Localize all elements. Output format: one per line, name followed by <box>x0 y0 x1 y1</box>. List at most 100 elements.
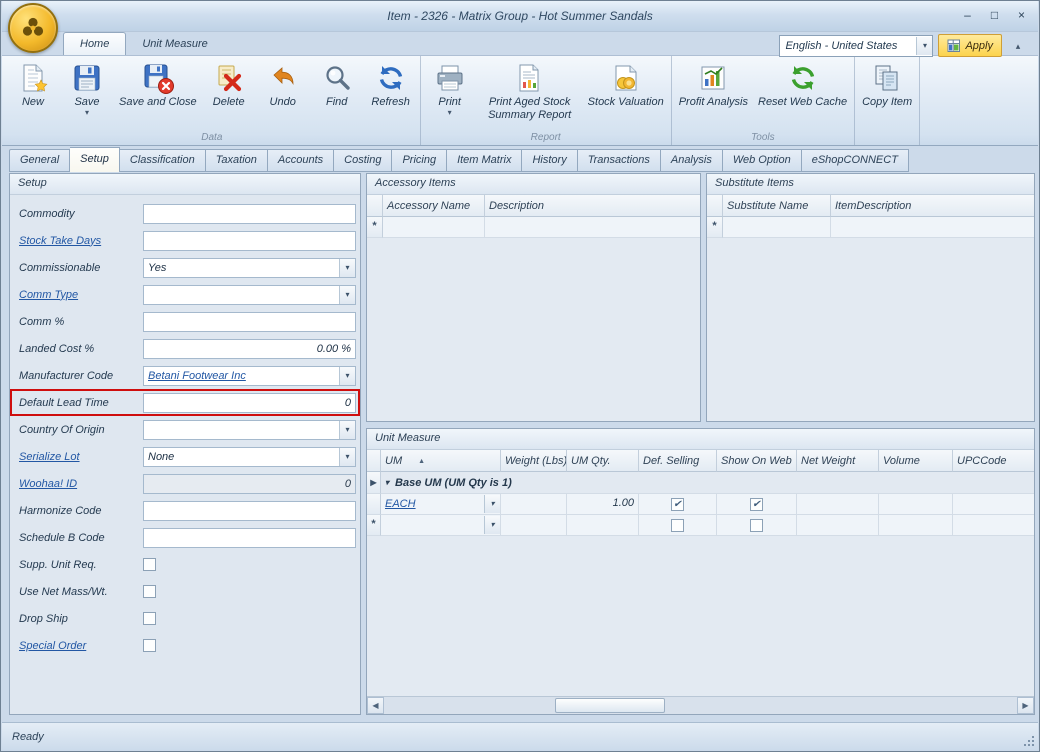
new-row[interactable]: * <box>367 217 700 238</box>
field-label-comm-type[interactable]: Comm Type <box>19 289 143 301</box>
column-header-um[interactable]: UM ▲ <box>381 450 501 472</box>
woohaa-id-input[interactable] <box>143 473 356 494</box>
horizontal-scrollbar[interactable]: ◀ ▶ <box>367 696 1034 714</box>
harmonize-code-input[interactable] <box>143 500 356 521</box>
cell[interactable] <box>831 217 1034 238</box>
ribbon-collapse-button[interactable]: ▴ <box>1007 35 1029 57</box>
checked-checkbox[interactable]: ✔ <box>671 497 684 511</box>
tab-history[interactable]: History <box>522 149 578 172</box>
unchecked-checkbox-drop-ship[interactable] <box>143 612 156 625</box>
minimize-button[interactable]: – <box>959 7 976 23</box>
column-header-accessory-name[interactable]: Accessory Name <box>383 195 485 217</box>
chevron-down-icon[interactable]: ▾ <box>339 420 355 439</box>
tab-classification[interactable]: Classification <box>119 149 206 172</box>
tab-setup[interactable]: Setup <box>70 147 120 172</box>
new-row[interactable]: * ▾ <box>367 515 1034 536</box>
chevron-down-icon[interactable]: ▾ <box>339 447 355 466</box>
column-header-um-qty[interactable]: UM Qty. <box>567 450 639 472</box>
save-button[interactable]: Save ▾ <box>60 59 114 129</box>
um-value-link[interactable]: EACH <box>385 498 484 510</box>
unchecked-checkbox-supp-unit-req[interactable] <box>143 558 156 571</box>
stock-valuation-button[interactable]: Stock Valuation <box>583 59 669 129</box>
column-header-upccode[interactable]: UPCCode <box>953 450 1034 472</box>
checked-checkbox[interactable]: ✔ <box>750 497 763 511</box>
field-label-serialize-lot[interactable]: Serialize Lot <box>19 451 143 463</box>
field-label-stock-take-days[interactable]: Stock Take Days <box>19 235 143 247</box>
tab-analysis[interactable]: Analysis <box>660 149 723 172</box>
scroll-right-icon[interactable]: ▶ <box>1017 697 1034 714</box>
language-select[interactable]: English - United States ▾ <box>779 34 934 57</box>
find-button[interactable]: Find <box>310 59 364 129</box>
new-button[interactable]: New <box>6 59 60 129</box>
chevron-down-icon[interactable]: ▾ <box>484 516 500 534</box>
scrollbar-track[interactable] <box>384 697 1017 714</box>
manufacturer-code-dropdown[interactable]: Betani Footwear Inc ▾ <box>143 365 356 386</box>
resize-grip[interactable] <box>1022 734 1034 746</box>
unchecked-checkbox-special-order[interactable] <box>143 639 156 652</box>
unchecked-checkbox[interactable] <box>671 518 684 532</box>
comm-type-dropdown[interactable]: ▾ <box>143 284 356 305</box>
comm-input[interactable] <box>143 311 356 332</box>
chevron-down-icon[interactable]: ▾ <box>916 36 933 55</box>
close-button[interactable]: × <box>1013 7 1030 23</box>
ribbon-tab-home[interactable]: Home <box>63 32 127 55</box>
tab-accounts[interactable]: Accounts <box>267 149 335 172</box>
ribbon-tab-unit-measure[interactable]: Unit Measure <box>126 33 223 55</box>
column-header-itemdescription[interactable]: ItemDescription <box>831 195 1034 217</box>
unchecked-checkbox-use-net-mass-wt[interactable] <box>143 585 156 598</box>
manufacturer-code-value[interactable]: Betani Footwear Inc <box>144 370 339 382</box>
field-label-woohaa-id[interactable]: Woohaa! ID <box>19 478 143 490</box>
column-header-show-on-web[interactable]: Show On Web <box>717 450 797 472</box>
chevron-down-icon[interactable]: ▾ <box>339 285 355 304</box>
cell[interactable] <box>383 217 485 238</box>
save-and-close-button[interactable]: Save and Close <box>114 59 202 129</box>
chevron-down-icon[interactable]: ▾ <box>339 366 355 385</box>
schedule-b-code-input[interactable] <box>143 527 356 548</box>
commissionable-dropdown[interactable]: Yes ▾ <box>143 257 356 278</box>
apply-button[interactable]: Apply <box>938 34 1002 57</box>
field-label-special-order[interactable]: Special Order <box>19 640 143 652</box>
title-bar[interactable]: Item - 2326 - Matrix Group - Hot Summer … <box>2 1 1038 32</box>
tab-costing[interactable]: Costing <box>334 149 393 172</box>
landed-cost-input[interactable] <box>143 338 356 359</box>
reset-web-cache-button[interactable]: Reset Web Cache <box>753 59 852 129</box>
scrollbar-thumb[interactable] <box>554 698 665 713</box>
profit-analysis-button[interactable]: Profit Analysis <box>674 59 753 129</box>
tab-item-matrix[interactable]: Item Matrix <box>447 149 523 172</box>
collapse-group-icon[interactable]: ▾ <box>385 478 389 487</box>
tab-web-option[interactable]: Web Option <box>722 149 802 172</box>
copy-item-button[interactable]: Copy Item <box>857 59 917 129</box>
country-of-origin-dropdown[interactable]: ▾ <box>143 419 356 440</box>
unchecked-checkbox[interactable] <box>750 518 763 532</box>
refresh-button[interactable]: Refresh <box>364 59 418 129</box>
chevron-down-icon[interactable]: ▾ <box>339 258 355 277</box>
tab-general[interactable]: General <box>9 149 71 172</box>
tab-transactions[interactable]: Transactions <box>577 149 661 172</box>
restore-button[interactable]: □ <box>986 7 1003 23</box>
print-button[interactable]: Print ▾ <box>423 59 477 129</box>
accessory-items-panel: Accessory Items Accessory Name Descriptio… <box>366 173 701 422</box>
cell[interactable] <box>485 217 700 238</box>
um-group-row[interactable]: ▶ ▾ Base UM (UM Qty is 1) <box>367 472 1034 494</box>
delete-button[interactable]: Delete <box>202 59 256 129</box>
column-header-net-weight[interactable]: Net Weight <box>797 450 879 472</box>
column-header-weight-lbs[interactable]: Weight (Lbs) <box>501 450 567 472</box>
app-logo-icon[interactable] <box>8 3 58 53</box>
serialize-lot-dropdown[interactable]: None ▾ <box>143 446 356 467</box>
chevron-down-icon[interactable]: ▾ <box>484 495 500 513</box>
commodity-input[interactable] <box>143 203 356 224</box>
tab-pricing[interactable]: Pricing <box>392 149 448 172</box>
new-row[interactable]: * <box>707 217 1034 238</box>
default-lead-time-input[interactable] <box>143 392 356 413</box>
scroll-left-icon[interactable]: ◀ <box>367 697 384 714</box>
print-aged-stock-summary-report-button[interactable]: Print Aged Stock Summary Report <box>477 59 583 129</box>
undo-button[interactable]: Undo <box>256 59 310 129</box>
tab-eshopconnect[interactable]: eShopCONNECT <box>801 149 909 172</box>
column-header-volume[interactable]: Volume <box>879 450 953 472</box>
column-header-substitute-name[interactable]: Substitute Name <box>723 195 831 217</box>
cell[interactable] <box>723 217 831 238</box>
column-header-def-selling[interactable]: Def. Selling <box>639 450 717 472</box>
column-header-description[interactable]: Description <box>485 195 700 217</box>
stock-take-days-input[interactable] <box>143 230 356 251</box>
tab-taxation[interactable]: Taxation <box>205 149 268 172</box>
